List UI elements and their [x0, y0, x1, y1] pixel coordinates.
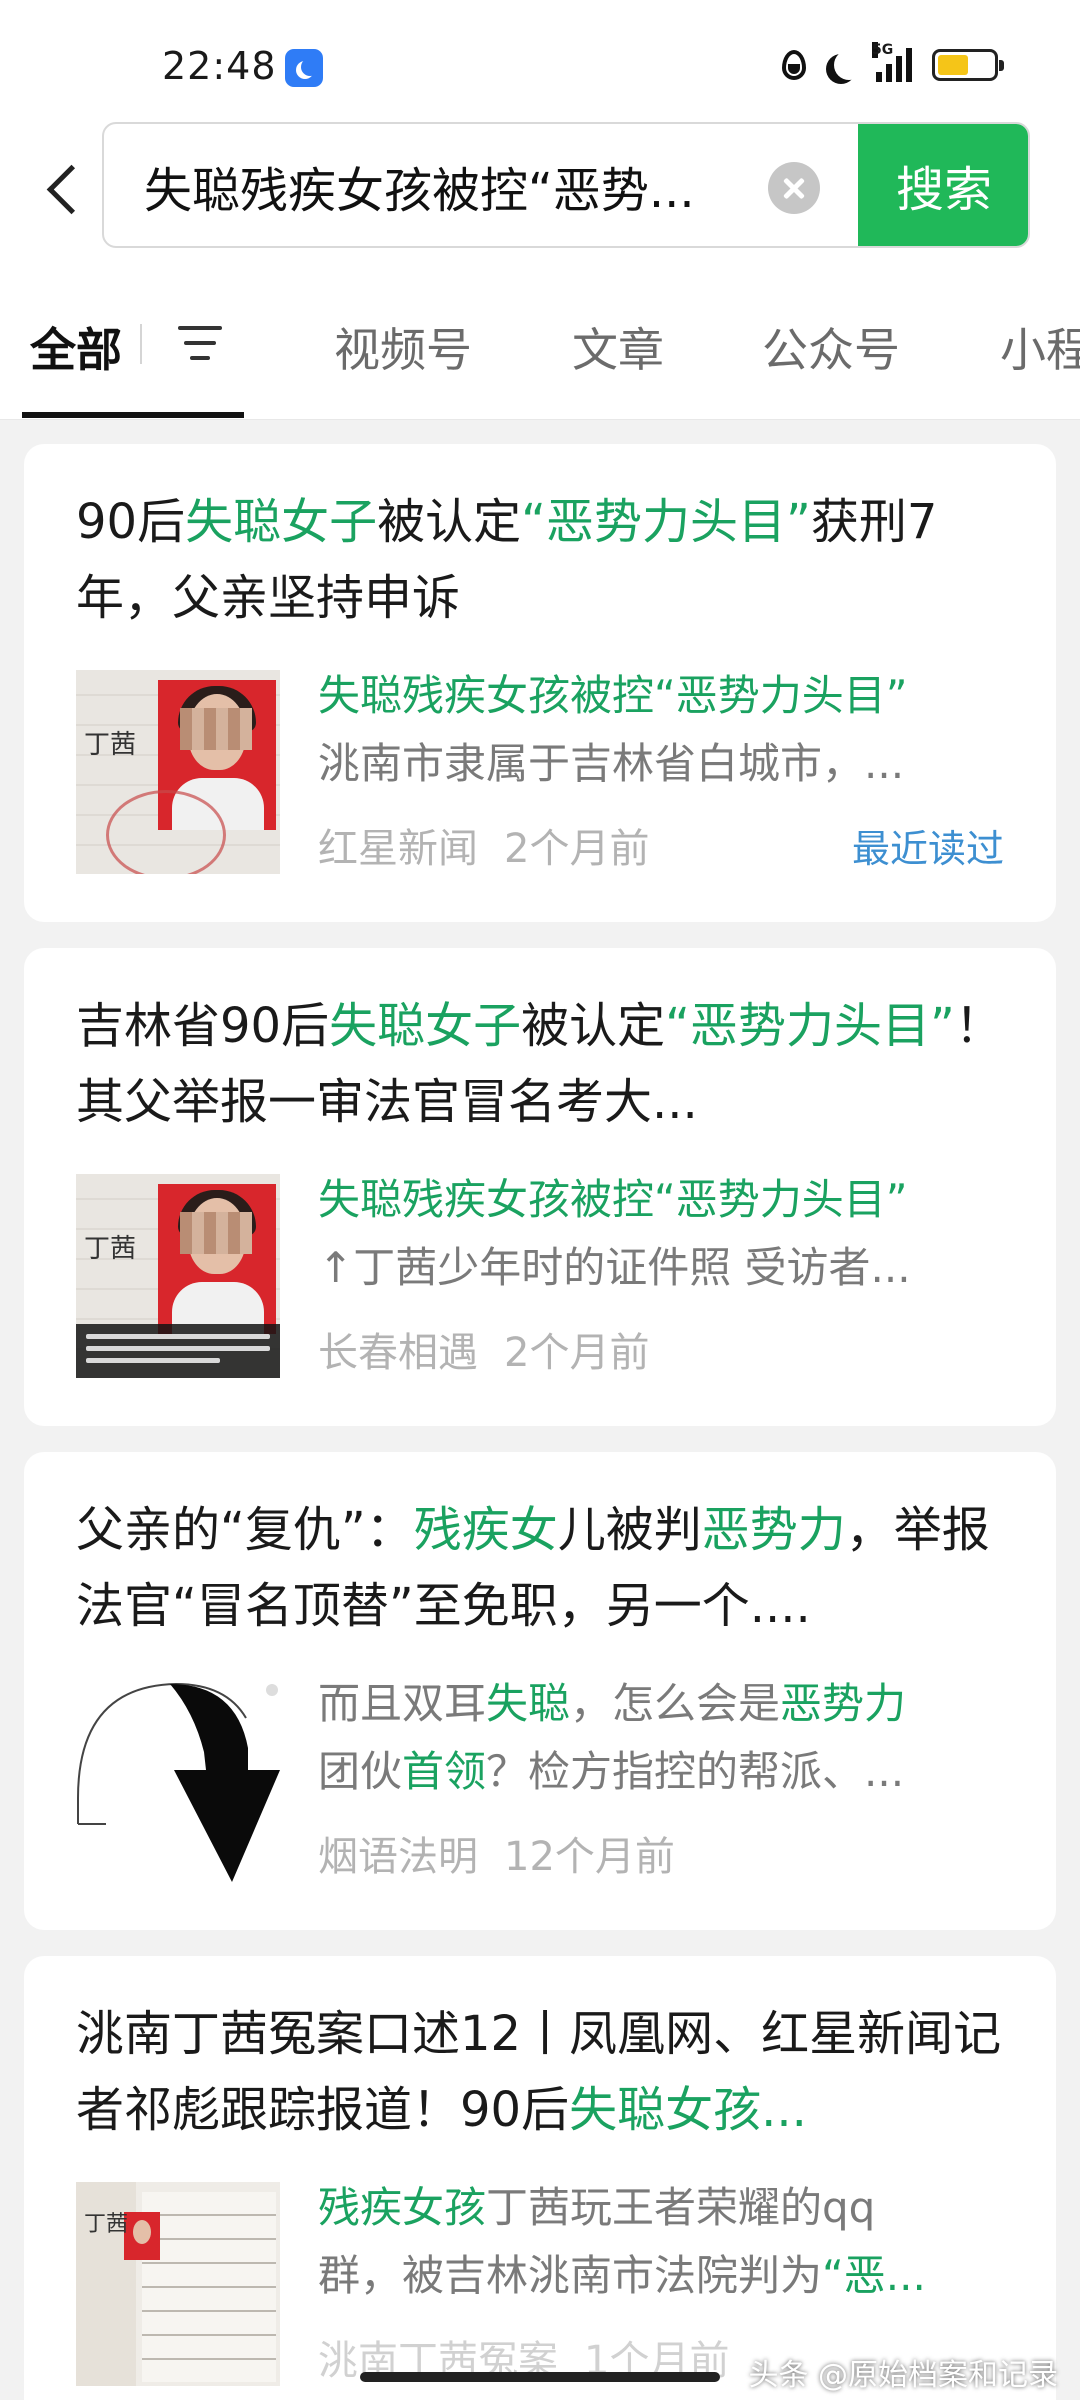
result-title[interactable]: 90后失聪女子被认定“恶势力头目”获刑7年，父亲坚持申诉: [76, 484, 1016, 636]
result-source: 红星新闻: [318, 826, 478, 872]
highlighted-keyword: 失聪: [486, 1679, 571, 1728]
text-segment: 洮南市隶属于吉林省白城市，...: [318, 739, 905, 788]
result-card[interactable]: 90后失聪女子被认定“恶势力头目”获刑7年，父亲坚持申诉 丁茜 失聪残疾女孩被控…: [24, 444, 1056, 922]
text-segment: ？检方指控的帮派、...: [486, 1747, 905, 1796]
text-segment: 洮南丁茜冤案口述12丨凤凰网、红星新闻记者祁彪跟踪报道！90后: [76, 2006, 1002, 2138]
result-thumbnail: 丁茜: [76, 2182, 280, 2386]
result-snippet-line2: 团伙首领？检方指控的帮派、...: [318, 1738, 1018, 1799]
highlighted-keyword: “恶势力头目”: [521, 494, 811, 550]
status-icons: 5G: [782, 42, 1004, 82]
result-meta: 红星新闻 2个月前: [318, 816, 649, 874]
status-time: 22:48: [162, 44, 277, 88]
tab-articles[interactable]: 文章: [572, 314, 664, 380]
result-snippet-line2: 群，被吉林洮南市法院判为“恶...: [318, 2242, 1018, 2303]
highlighted-keyword: “恶势力头目”: [665, 998, 955, 1054]
highlighted-keyword: 首领: [402, 1747, 487, 1796]
active-tab-indicator: [22, 412, 244, 418]
search-header: 搜索: [0, 120, 1080, 270]
text-segment: 吉林省90后: [76, 998, 330, 1054]
search-input[interactable]: [144, 154, 834, 218]
search-button[interactable]: 搜索: [858, 124, 1028, 246]
result-snippet-title: 失聪残疾女孩被控“恶势力头目”: [318, 671, 908, 720]
tab-channels[interactable]: 视频号: [334, 314, 472, 380]
result-snippet-line1: 残疾女孩丁茜玩王者荣耀的qq: [318, 2174, 1018, 2235]
result-card[interactable]: 父亲的“复仇”：残疾女儿被判恶势力，举报法官“冒名顶替”至免职，另一个.... …: [24, 1452, 1056, 1930]
result-source: 烟语法明: [318, 1834, 478, 1880]
thumbnail-caption: [76, 1324, 280, 1378]
battery-icon: [932, 49, 1004, 81]
result-time: 2个月前: [504, 1330, 650, 1376]
result-card[interactable]: 洮南丁茜冤案口述12丨凤凰网、红星新闻记者祁彪跟踪报道！90后失聪女孩... 丁…: [24, 1956, 1056, 2400]
text-segment: 团伙: [318, 1747, 403, 1796]
back-chevron-icon[interactable]: [42, 160, 82, 220]
result-thumbnail: 丁茜: [76, 1174, 280, 1378]
result-tabs: 全部 视频号 文章 公众号 小程: [0, 270, 1080, 420]
highlighted-keyword: 残疾女孩: [318, 2183, 487, 2232]
tab-divider: [140, 324, 142, 364]
text-segment: 被认定: [377, 494, 522, 550]
thumbnail-handwriting: 丁茜: [84, 2212, 129, 2237]
thumbnail-handwriting: 丁茜: [84, 730, 137, 760]
highlighted-keyword: 恶势力: [701, 1502, 846, 1558]
signal-5g-icon: 5G: [872, 42, 912, 82]
result-title[interactable]: 父亲的“复仇”：残疾女儿被判恶势力，举报法官“冒名顶替”至免职，另一个....: [76, 1492, 1016, 1644]
tab-all[interactable]: 全部: [30, 314, 122, 380]
text-segment: 父亲的“复仇”：: [76, 1502, 414, 1558]
result-thumbnail: 丁茜: [76, 670, 280, 874]
result-source: 长春相遇: [318, 1330, 478, 1376]
text-segment: 被认定: [521, 998, 666, 1054]
filter-icon[interactable]: [178, 322, 222, 364]
text-segment: 而且双耳: [318, 1679, 487, 1728]
text-segment: 丁茜玩王者荣耀的qq: [486, 2183, 876, 2232]
water-drop-icon: [782, 50, 806, 80]
result-time: 2个月前: [504, 826, 650, 872]
result-title[interactable]: 吉林省90后失聪女子被认定“恶势力头目”！其父举报一审法官冒名考大...: [76, 988, 1016, 1140]
network-type: 5G: [872, 42, 894, 58]
result-meta: 烟语法明 12个月前: [318, 1824, 675, 1882]
result-title[interactable]: 洮南丁茜冤案口述12丨凤凰网、红星新闻记者祁彪跟踪报道！90后失聪女孩...: [76, 1996, 1016, 2148]
curved-arrow-icon: [76, 1678, 280, 1882]
highlighted-keyword: 失聪女子: [185, 494, 378, 550]
tab-official-accounts[interactable]: 公众号: [762, 314, 900, 380]
highlighted-keyword: 残疾女: [413, 1502, 558, 1558]
highlighted-keyword: “恶...: [822, 2251, 926, 2300]
moon-badge-icon: [285, 49, 323, 87]
result-card[interactable]: 吉林省90后失聪女子被认定“恶势力头目”！其父举报一审法官冒名考大... 丁茜 …: [24, 948, 1056, 1426]
highlighted-keyword: 恶势力: [780, 1679, 907, 1728]
result-snippet-title: 失聪残疾女孩被控“恶势力头目”: [318, 1175, 908, 1224]
home-indicator[interactable]: [360, 2372, 720, 2382]
result-snippet: 洮南市隶属于吉林省白城市，...: [318, 730, 1018, 791]
highlighted-keyword: 失聪女孩...: [569, 2082, 807, 2138]
highlighted-keyword: 失聪女子: [329, 998, 522, 1054]
result-meta: 长春相遇 2个月前: [318, 1320, 649, 1378]
tab-mini-programs[interactable]: 小程: [1000, 314, 1080, 380]
watermark: 头条 @原始档案和记录: [748, 2358, 1058, 2393]
result-snippet-line1: 而且双耳失聪，怎么会是恶势力: [318, 1670, 1018, 1731]
result-time: 12个月前: [504, 1834, 675, 1880]
text-segment: ，怎么会是: [570, 1679, 781, 1728]
result-snippet: ↑丁茜少年时的证件照 受访者...: [318, 1234, 1018, 1295]
recently-read-badge: 最近读过: [851, 827, 1004, 871]
text-segment: 儿被判: [557, 1502, 702, 1558]
thumbnail-handwriting: 丁茜: [84, 1234, 137, 1264]
do-not-disturb-moon-icon: [834, 50, 864, 80]
text-segment: 群，被吉林洮南市法院判为: [318, 2251, 823, 2300]
status-bar: 22:48 5G: [0, 0, 1080, 120]
result-thumbnail: [76, 1678, 280, 1882]
text-segment: 90后: [76, 494, 186, 550]
search-box: 搜索: [102, 122, 1030, 248]
text-segment: ↑丁茜少年时的证件照 受访者...: [318, 1243, 911, 1292]
clear-icon[interactable]: [768, 162, 820, 214]
